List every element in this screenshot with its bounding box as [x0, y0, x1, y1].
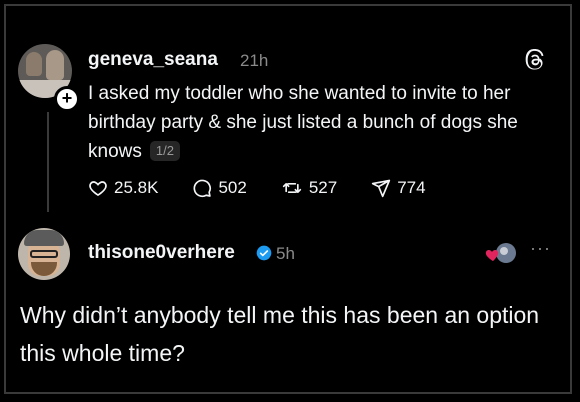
reply-body: Why didn’t anybody tell me this has been… [20, 302, 540, 366]
carousel-pager-badge: 1/2 [149, 141, 180, 161]
repost-count: 527 [308, 178, 338, 197]
thread-line [47, 112, 49, 212]
like-count: 25.8K [114, 178, 159, 197]
post-username[interactable]: geneva_seana [88, 49, 218, 71]
post-body: I asked my toddler who she wanted to inv… [88, 79, 538, 166]
heart-icon [89, 181, 107, 197]
like-button[interactable]: 25.8K [88, 178, 158, 198]
reaction-avatars-icon[interactable] [484, 242, 518, 264]
share-count: 774 [397, 178, 426, 197]
post-timestamp: 21h [240, 51, 269, 70]
reply-timestamp: 5h [276, 244, 295, 263]
post-actions: 25.8K 502 527 774 [88, 175, 460, 201]
repost-button[interactable]: 527 [281, 178, 337, 198]
verified-badge-icon [256, 245, 272, 261]
reply-avatar[interactable] [18, 228, 70, 280]
repost-icon [282, 183, 301, 193]
share-button[interactable]: 774 [371, 178, 426, 198]
send-icon [372, 179, 391, 198]
threads-logo-icon [525, 49, 544, 70]
comment-count: 502 [218, 178, 247, 197]
comment-button[interactable]: 502 [192, 178, 247, 198]
comment-icon [193, 179, 212, 198]
reply-username[interactable]: thisone0verhere [88, 242, 235, 264]
follow-plus-icon[interactable]: + [54, 86, 80, 112]
more-options-icon[interactable]: ··· [530, 238, 551, 259]
